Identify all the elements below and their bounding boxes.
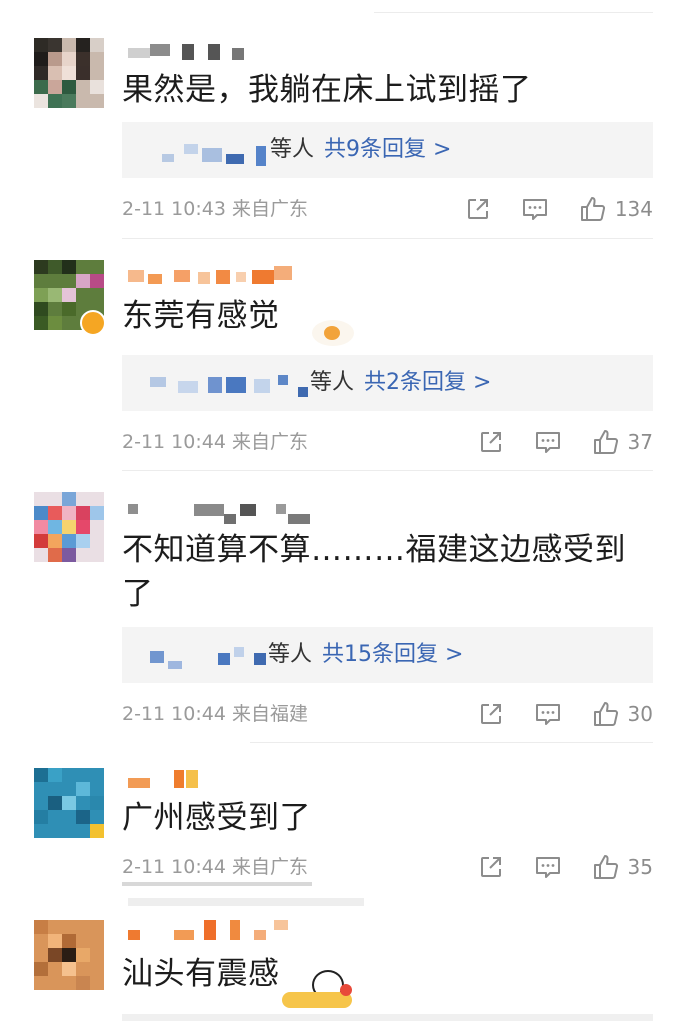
- avatar[interactable]: [34, 38, 104, 108]
- comment-icon[interactable]: [534, 701, 562, 727]
- share-icon[interactable]: [478, 854, 504, 880]
- reply-total-link[interactable]: 共2条回复 >: [364, 370, 491, 395]
- comment-text: 不知道算不算………福建这边感受到了: [122, 532, 626, 612]
- comment-location: 来自福建: [231, 703, 308, 725]
- thumbs-up-icon: [593, 430, 618, 454]
- avatar[interactable]: [34, 492, 104, 562]
- comment-icon[interactable]: [534, 429, 562, 455]
- replies-preview[interactable]: 等人 共9条回复 >: [122, 122, 653, 178]
- comment-text: 果然是，我躺在床上试到摇了: [122, 72, 532, 108]
- like-count: 134: [614, 197, 653, 221]
- divider: [122, 238, 653, 239]
- comment-time: 2-11 10:44: [122, 431, 226, 453]
- reply-suffix: 等人: [310, 370, 355, 395]
- comment-meta: 2-11 10:44 来自广东 37: [122, 427, 653, 457]
- comment-time: 2-11 10:44: [122, 703, 226, 725]
- divider: [128, 898, 364, 906]
- username-masked[interactable]: [124, 42, 324, 62]
- comment-meta: 2-11 10:43 来自广东 134: [122, 194, 653, 224]
- verified-badge-icon: [80, 310, 106, 336]
- username-masked[interactable]: [124, 266, 324, 286]
- comment-location: 来自广东: [231, 198, 308, 220]
- username-masked[interactable]: [124, 920, 324, 940]
- fried-egg-sticker: [312, 320, 354, 346]
- avatar[interactable]: [34, 768, 104, 838]
- like-button[interactable]: 37: [592, 427, 653, 457]
- avatar[interactable]: [34, 920, 104, 990]
- comment-icon[interactable]: [521, 196, 549, 222]
- comment-text: 东莞有感觉: [122, 298, 280, 334]
- like-count: 30: [627, 702, 653, 726]
- reply-total-link[interactable]: 共15条回复 >: [322, 642, 463, 667]
- like-count: 37: [627, 430, 653, 454]
- replies-preview[interactable]: 等人 共2条回复 >: [122, 355, 653, 411]
- username-masked[interactable]: [124, 770, 324, 790]
- like-count: 35: [627, 855, 653, 879]
- comment-meta: 2-11 10:44 来自福建 30: [122, 699, 653, 729]
- reply-suffix: 等人: [268, 642, 313, 667]
- thumbs-up-icon: [580, 197, 605, 221]
- comment-location: 来自广东: [231, 431, 308, 453]
- like-button[interactable]: 134: [579, 194, 653, 224]
- comment-meta: 2-11 10:44 来自广东 35: [122, 852, 653, 882]
- cartoon-sticker: [282, 970, 358, 1010]
- share-icon[interactable]: [465, 196, 491, 222]
- like-button[interactable]: 35: [592, 852, 653, 882]
- share-icon[interactable]: [478, 701, 504, 727]
- comment-text: 汕头有震感: [122, 956, 280, 992]
- meta-mask: [122, 882, 312, 886]
- like-button[interactable]: 30: [592, 699, 653, 729]
- replies-preview[interactable]: 等人 共15条回复 >: [122, 627, 653, 683]
- comment-time: 2-11 10:44: [122, 856, 226, 878]
- divider: [250, 742, 653, 743]
- share-icon[interactable]: [478, 429, 504, 455]
- thumbs-up-icon: [593, 702, 618, 726]
- reply-suffix: 等人: [270, 137, 315, 162]
- comment-location: 来自广东: [231, 856, 308, 878]
- username-masked[interactable]: [124, 502, 324, 524]
- comment-text: 广州感受到了: [122, 800, 311, 836]
- thumbs-up-icon: [593, 855, 618, 879]
- reply-total-link[interactable]: 共9条回复 >: [324, 137, 451, 162]
- divider: [374, 12, 653, 13]
- comment-time: 2-11 10:43: [122, 198, 226, 220]
- divider: [122, 470, 653, 471]
- next-divider: [122, 1014, 653, 1021]
- comment-icon[interactable]: [534, 854, 562, 880]
